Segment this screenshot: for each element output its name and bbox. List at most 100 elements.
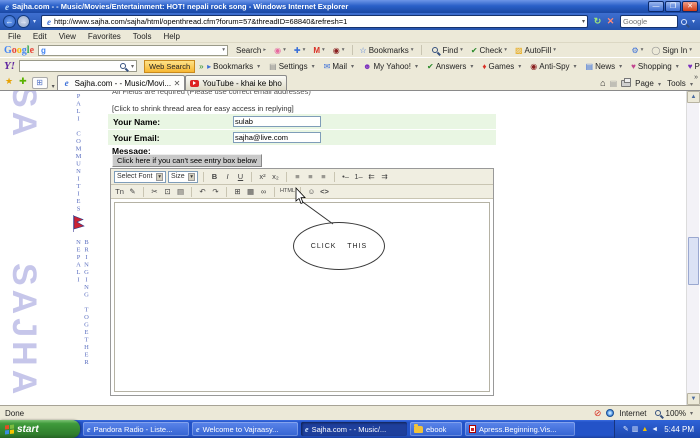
yahoo-mail[interactable]: ✉Mail▾ (324, 62, 356, 71)
menu-tools[interactable]: Tools (133, 32, 152, 41)
close-button[interactable]: ✕ (682, 1, 698, 12)
paste-button[interactable]: ▤ (175, 186, 186, 197)
taskbar-item-pandora[interactable]: e Pandora Radio - Liste... (83, 422, 189, 436)
ie-search-input[interactable] (621, 17, 677, 26)
toolbar-overflow-icon[interactable]: » (694, 74, 698, 81)
yahoo-personals[interactable]: ♥Personals▾ (688, 62, 700, 71)
yahoo-search-input[interactable] (20, 62, 117, 71)
yahoo-settings[interactable]: ▤Settings▾ (269, 62, 316, 71)
size-select[interactable]: Size▾ (168, 171, 198, 183)
home-icon[interactable]: ⌂ (600, 78, 605, 88)
back-button[interactable]: ← (3, 15, 16, 28)
stop-button[interactable]: ✕ (604, 16, 617, 27)
italic-button[interactable]: I (222, 171, 233, 182)
entry-box-button[interactable]: Click here if you can't see entry box be… (112, 154, 262, 167)
yahoo-my-yahoo[interactable]: ☻My Yahoo!▾ (363, 62, 420, 71)
gmail-icon[interactable]: M▾ (313, 46, 324, 55)
menu-edit[interactable]: Edit (33, 32, 47, 41)
taskbar-item-sajha[interactable]: e Sajha.com - - Music/... (301, 422, 407, 436)
menu-favorites[interactable]: Favorites (88, 32, 121, 41)
code-button[interactable]: <> (319, 186, 330, 197)
align-center-button[interactable]: ≡ (305, 171, 316, 182)
menu-view[interactable]: View (59, 32, 76, 41)
insert-image-button[interactable]: ▦ (245, 186, 256, 197)
search-dropdown-icon[interactable]: ▾ (692, 18, 695, 25)
history-dropdown-icon[interactable]: ▾ (33, 18, 36, 25)
taskbar-item-ebook[interactable]: ebook (410, 422, 462, 436)
web-search-button[interactable]: Web Search (144, 60, 195, 73)
email-input[interactable] (233, 132, 321, 143)
tab-youtube[interactable]: YouTube - khai ke bho (185, 75, 286, 90)
superscript-button[interactable]: x² (257, 171, 268, 182)
google-plus-icon[interactable]: ✚▾ (294, 46, 305, 55)
copy-button[interactable]: ⊡ (162, 186, 173, 197)
yahoo-search-dropdown-icon[interactable]: ▾ (131, 63, 134, 70)
address-dropdown-icon[interactable]: ▾ (582, 18, 585, 25)
google-bookmarks-button[interactable]: ☆Bookmarks▾ (360, 46, 414, 55)
align-right-button[interactable]: ≡ (318, 171, 329, 182)
yahoo-news[interactable]: ▤News▾ (586, 62, 625, 71)
refresh-button[interactable]: ↻ (591, 16, 604, 27)
format-painter-button[interactable]: ✎ (127, 186, 138, 197)
start-button[interactable]: start (0, 420, 80, 438)
forward-button[interactable]: → (17, 15, 30, 28)
scroll-down-icon[interactable]: ▼ (687, 393, 700, 405)
yahoo-answers[interactable]: ✔Answers▾ (427, 62, 475, 71)
autofill-button[interactable]: ▨AutoFill▾ (515, 46, 556, 55)
menu-file[interactable]: File (8, 32, 21, 41)
vertical-scrollbar[interactable]: ▲ ▼ (686, 91, 699, 405)
menu-help[interactable]: Help (163, 32, 179, 41)
restore-button[interactable]: ❐ (665, 1, 681, 12)
yahoo-shopping[interactable]: ♥Shopping▾ (631, 62, 681, 71)
cut-button[interactable]: ✂ (149, 186, 160, 197)
yahoo-anti-spy[interactable]: ◉Anti-Spy▾ (530, 62, 578, 71)
subscript-button[interactable]: x₂ (270, 171, 281, 182)
name-input[interactable] (233, 116, 321, 127)
quick-tabs-button[interactable]: ⊞ (32, 77, 48, 89)
redo-button[interactable]: ↷ (210, 186, 221, 197)
google-search-button[interactable]: Search▸ (236, 46, 266, 55)
google-signin-button[interactable]: ◯Sign In▾ (651, 46, 692, 55)
indent-button[interactable]: ⇉ (379, 171, 390, 182)
search-icon[interactable] (681, 19, 687, 25)
bullet-list-button[interactable]: •– (340, 171, 351, 182)
yahoo-games[interactable]: ♦Games▾ (482, 62, 523, 71)
outdent-button[interactable]: ⇇ (366, 171, 377, 182)
combo-dropdown-icon[interactable]: ▾ (222, 47, 225, 53)
tab-close-icon[interactable]: ✕ (174, 79, 181, 88)
feeds-icon[interactable]: ▤ (610, 79, 618, 88)
html-source-button[interactable]: HTML (280, 186, 295, 197)
popup-blocker-icon[interactable]: ◉▾ (333, 46, 345, 55)
align-left-button[interactable]: ≡ (292, 171, 303, 182)
minimize-button[interactable]: — (648, 1, 664, 12)
tab-sajha[interactable]: e Sajha.com - - Music/Movi... ✕ (57, 75, 186, 90)
tray-display-icon[interactable]: ▥ (632, 425, 639, 433)
google-search-combo[interactable]: g ▾ (38, 45, 228, 56)
insert-table-button[interactable]: ⊞ (232, 186, 243, 197)
tools-menu[interactable]: Tools ▾ (667, 79, 695, 88)
numbered-list-button[interactable]: 1– (353, 171, 364, 182)
tray-warning-icon[interactable]: ▲ (641, 426, 648, 433)
scroll-up-icon[interactable]: ▲ (687, 91, 700, 103)
tray-pen-icon[interactable]: ✎ (623, 425, 629, 433)
insert-link-button[interactable]: ∞ (258, 186, 269, 197)
favorites-star-icon[interactable]: ★ (5, 76, 13, 87)
taskbar-item-apress[interactable]: Apress.Beginning.Vis... (465, 422, 575, 436)
tab-list-dropdown-icon[interactable]: ▾ (52, 83, 55, 90)
find-button[interactable]: Find▾ (429, 46, 463, 55)
font-select[interactable]: Select Font▾ (114, 171, 166, 183)
undo-button[interactable]: ↶ (197, 186, 208, 197)
smiley-button[interactable]: ☺ (306, 186, 317, 197)
scrollbar-thumb[interactable] (688, 237, 699, 285)
spellcheck-button[interactable]: ✔Check▾ (471, 46, 507, 55)
print-icon[interactable] (621, 80, 631, 87)
add-favorite-icon[interactable]: ✚ (19, 76, 27, 87)
toolbar-settings-wrench-icon[interactable]: ⚙▾ (631, 46, 643, 55)
underline-button[interactable]: U (235, 171, 246, 182)
taskbar-item-vajra[interactable]: e Welcome to Vajraasy... (192, 422, 298, 436)
yahoo-bookmarks[interactable]: ▸Bookmarks▾ (207, 62, 262, 71)
orkut-icon[interactable]: ◉▾ (274, 46, 286, 55)
zoom-control[interactable]: 100% ▾ (652, 409, 695, 418)
address-input[interactable] (54, 16, 582, 27)
clear-format-button[interactable]: Tn (114, 186, 125, 197)
